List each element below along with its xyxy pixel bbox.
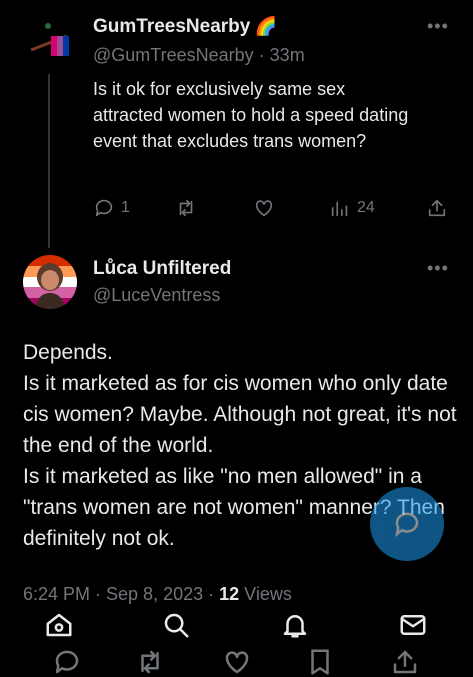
tweet-text: Is it ok for exclusively same sex attrac…	[93, 79, 409, 151]
avatar[interactable]	[23, 255, 77, 309]
more-icon[interactable]: •••	[427, 258, 449, 279]
reply-tweet[interactable]: GumTreesNearby 🌈 @GumTreesNearby · 33m •…	[0, 0, 473, 240]
messages-icon[interactable]	[398, 610, 428, 640]
tweet-meta: 6:24 PM · Sep 8, 2023 · 12 Views	[23, 584, 292, 605]
compose-button[interactable]	[370, 487, 444, 561]
heart-icon	[255, 200, 273, 217]
tweet-text-line: Is it marketed as for cis women who only…	[23, 372, 457, 457]
reply-button[interactable]: 1	[93, 197, 130, 219]
compose-icon	[395, 512, 419, 537]
display-name[interactable]: Lůca Unfiltered	[93, 258, 231, 280]
search-icon[interactable]	[161, 610, 191, 640]
rainbow-emoji: 🌈	[254, 16, 278, 36]
timestamp[interactable]: 6:24 PM · Sep 8, 2023 ·	[23, 584, 219, 604]
share-icon[interactable]	[390, 647, 420, 677]
views-icon	[331, 201, 348, 217]
avatar[interactable]	[23, 14, 75, 66]
share-icon	[428, 199, 446, 217]
view-count: 24	[357, 199, 375, 216]
reply-count: 1	[121, 199, 130, 216]
like-button[interactable]	[253, 197, 275, 219]
user-handle[interactable]: @LuceVentress	[93, 285, 220, 306]
reply-icon[interactable]	[52, 647, 82, 677]
notifications-icon[interactable]	[280, 610, 310, 640]
home-icon[interactable]	[44, 610, 74, 640]
views-count[interactable]: 12	[219, 584, 239, 604]
bottom-nav	[0, 605, 473, 675]
views-label: Views	[244, 584, 292, 604]
retweet-icon	[179, 199, 193, 217]
tweet-text-line: Depends.	[23, 341, 113, 364]
bookmark-icon[interactable]	[305, 647, 335, 677]
retweet-icon[interactable]	[135, 647, 165, 677]
more-icon[interactable]: •••	[427, 16, 449, 37]
time-ago[interactable]: · 33m	[259, 45, 305, 65]
display-name[interactable]: GumTreesNearby	[93, 16, 250, 37]
heart-icon[interactable]	[222, 647, 252, 677]
views-button[interactable]: 24	[329, 197, 375, 219]
user-handle[interactable]: @GumTreesNearby	[93, 45, 254, 65]
reply-icon	[95, 199, 113, 217]
share-button[interactable]	[426, 197, 448, 219]
retweet-button[interactable]	[175, 197, 197, 219]
